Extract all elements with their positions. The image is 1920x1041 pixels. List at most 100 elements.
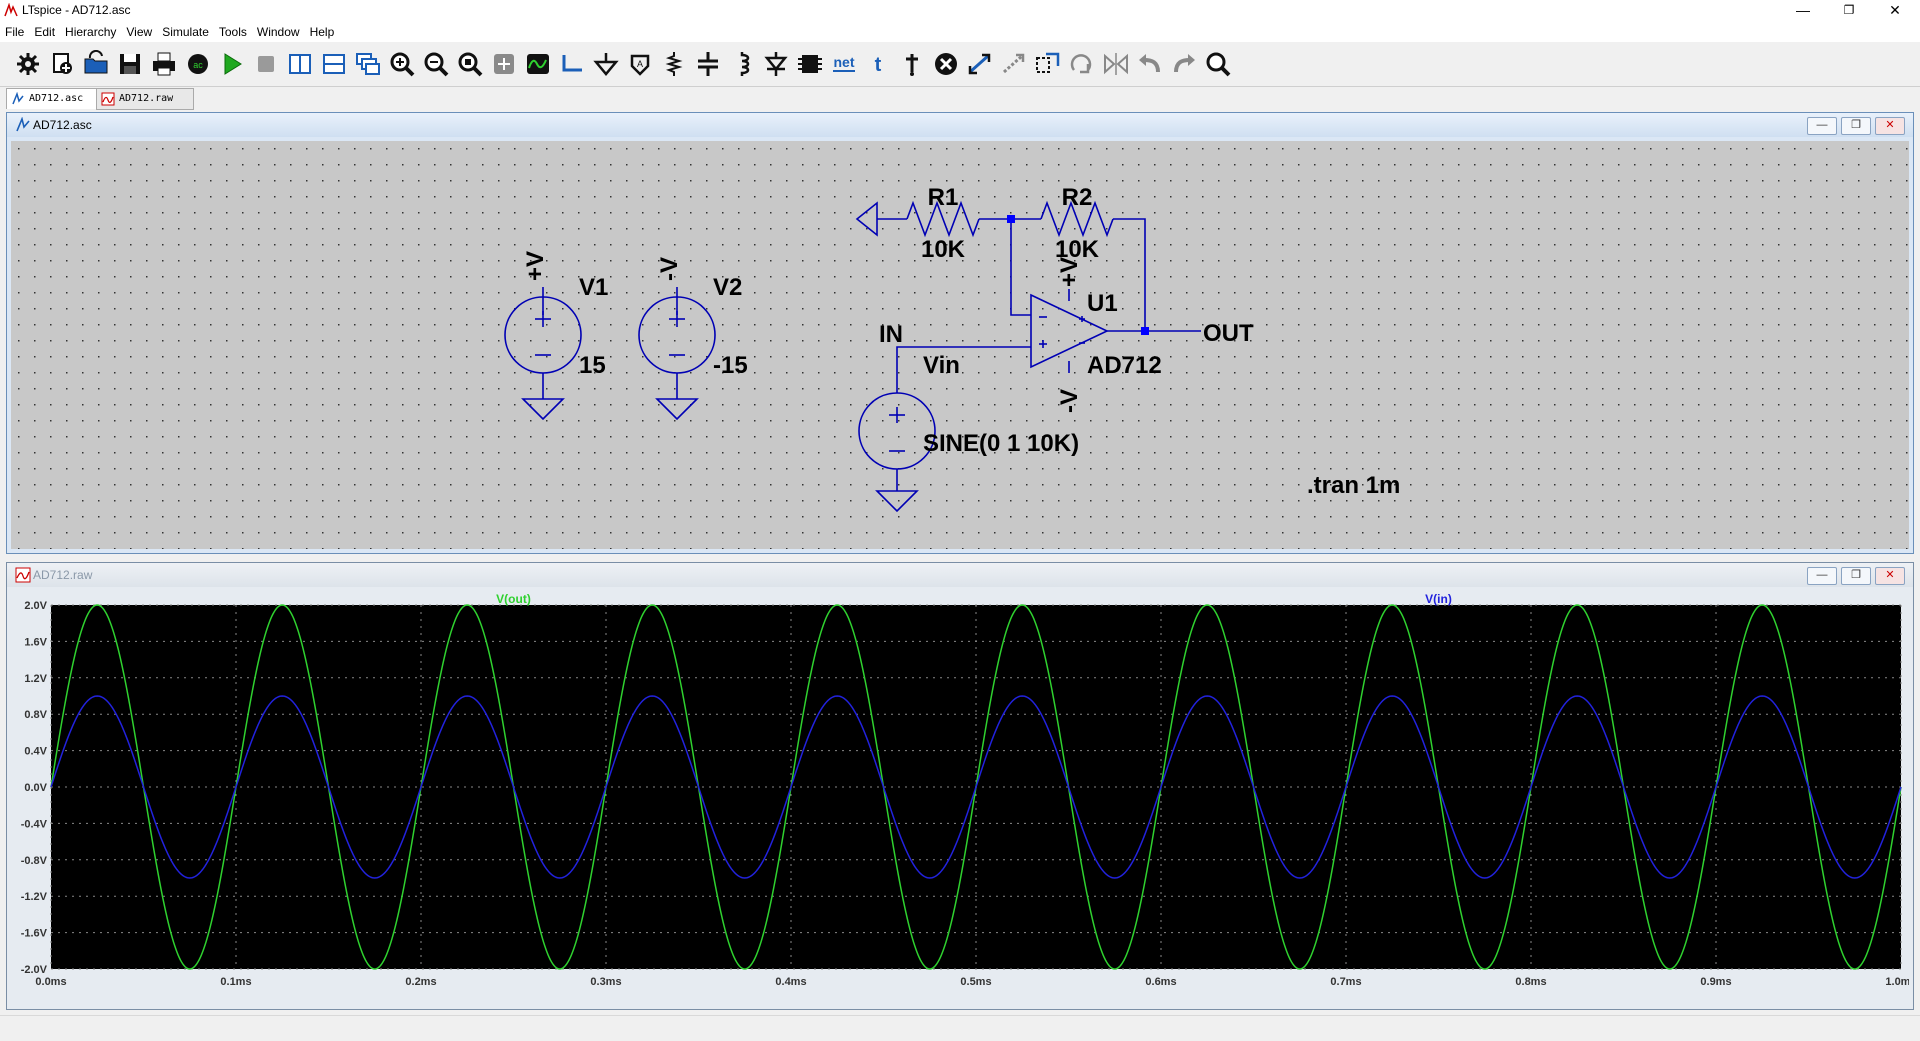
undo-icon[interactable]: [1136, 50, 1164, 78]
duplicate-icon[interactable]: [1034, 50, 1062, 78]
v1-net-label[interactable]: +V: [522, 251, 549, 281]
vin-value[interactable]: SINE(0 1 10K): [923, 430, 1079, 457]
label-net-icon[interactable]: A: [626, 50, 654, 78]
new-schematic-icon[interactable]: [48, 50, 76, 78]
run-icon[interactable]: [218, 50, 246, 78]
settings-icon[interactable]: [14, 50, 42, 78]
tab-ad712-asc[interactable]: AD712.asc: [6, 88, 102, 109]
schematic-maximize-button[interactable]: ❐: [1841, 117, 1871, 135]
legend-label[interactable]: V(out): [496, 592, 531, 606]
resistor-icon[interactable]: [660, 50, 688, 78]
minimize-button[interactable]: —: [1780, 0, 1826, 22]
schematic-minimize-button[interactable]: —: [1807, 117, 1837, 135]
open-icon[interactable]: [82, 49, 110, 78]
r1-value[interactable]: 10K: [921, 236, 966, 263]
halt-icon[interactable]: [252, 50, 280, 78]
waveform-plot: 2.0V 1.6V 1.2V 0.8V 0.4V 0.0V -0.4V -0.8V -1.2V -…: [11, 591, 1909, 1005]
v1-value[interactable]: 15: [579, 352, 606, 379]
vin-name[interactable]: Vin: [923, 352, 960, 379]
in-label[interactable]: IN: [879, 321, 903, 348]
maximize-button[interactable]: ❐: [1826, 0, 1872, 22]
wire-icon[interactable]: [558, 50, 586, 78]
waveform-canvas[interactable]: 2.0V 1.6V 1.2V 0.8V 0.4V 0.0V -0.4V -0.8V -1.2V -…: [11, 591, 1909, 1005]
x-tick-label: 0.8ms: [1515, 976, 1546, 988]
v1-name[interactable]: V1: [579, 274, 608, 301]
zoom-full-icon[interactable]: [490, 50, 518, 78]
menu-window[interactable]: Window: [252, 22, 305, 42]
delete-icon[interactable]: [932, 50, 960, 78]
x-tick-label: 0.3ms: [590, 976, 621, 988]
rotate-icon[interactable]: [1068, 50, 1096, 78]
opamp-plus-v-label[interactable]: +V: [1056, 257, 1083, 287]
close-button[interactable]: ✕: [1872, 0, 1918, 22]
move-icon[interactable]: [966, 50, 994, 78]
zoom-fit-icon[interactable]: [456, 50, 484, 78]
u1-name[interactable]: U1: [1087, 290, 1118, 317]
menu-view[interactable]: View: [121, 22, 157, 42]
component-icon[interactable]: [796, 50, 824, 78]
out-label[interactable]: OUT: [1203, 320, 1254, 347]
zoom-out-icon[interactable]: [422, 50, 450, 78]
waveform-maximize-button[interactable]: ❐: [1841, 567, 1871, 585]
print-icon[interactable]: [150, 50, 178, 78]
waveform-minimize-button[interactable]: —: [1807, 567, 1837, 585]
v2-name[interactable]: V2: [713, 274, 742, 301]
y-tick-label: -0.4V: [21, 818, 48, 830]
waveform-window-title: AD712.raw: [33, 568, 93, 582]
tile-vertical-icon[interactable]: [286, 50, 314, 78]
y-tick-label: 1.2V: [24, 673, 47, 685]
zoom-in-icon[interactable]: [388, 50, 416, 78]
schematic-close-button[interactable]: ✕: [1875, 117, 1905, 135]
mirror-icon[interactable]: [1102, 50, 1130, 78]
svg-text:A: A: [637, 59, 643, 69]
tile-horizontal-icon[interactable]: [320, 50, 348, 78]
menu-edit[interactable]: Edit: [29, 22, 60, 42]
menu-simulate[interactable]: Simulate: [157, 22, 214, 42]
tran-directive[interactable]: .tran 1m: [1307, 472, 1400, 499]
x-tick-label: 0.5ms: [960, 976, 991, 988]
spice-directive-icon[interactable]: [898, 50, 926, 78]
y-tick-label: 0.8V: [24, 709, 47, 721]
toolbar: ac A net t: [0, 44, 1920, 87]
capacitor-icon[interactable]: [694, 50, 722, 78]
y-tick-label: 0.4V: [24, 746, 47, 758]
text-icon[interactable]: t: [864, 50, 892, 78]
junction-dot: [1007, 215, 1015, 223]
r2-name[interactable]: R2: [1062, 184, 1093, 211]
menu-hierarchy[interactable]: Hierarchy: [60, 22, 121, 42]
menu-help[interactable]: Help: [305, 22, 340, 42]
find-icon[interactable]: [1204, 50, 1232, 78]
menu-file[interactable]: File: [0, 22, 29, 42]
ground-icon[interactable]: [592, 50, 620, 78]
redo-icon[interactable]: [1170, 50, 1198, 78]
waveform-close-button[interactable]: ✕: [1875, 567, 1905, 585]
schematic-icon: [16, 117, 30, 132]
x-tick-label: 0.6ms: [1145, 976, 1176, 988]
x-tick-label: 0.7ms: [1330, 976, 1361, 988]
waveform-icon[interactable]: [524, 50, 552, 78]
menu-tools[interactable]: Tools: [214, 22, 252, 42]
waveform-file-icon: [101, 92, 115, 106]
save-icon[interactable]: [116, 50, 144, 78]
v2-net-label[interactable]: -V: [656, 257, 683, 281]
r1-name[interactable]: R1: [928, 184, 959, 211]
schematic-canvas[interactable]: R1 10K R2 10K V1 15 V2 -15 U1 AD712 IN O…: [11, 141, 1909, 549]
net-icon[interactable]: net: [830, 50, 858, 78]
diode-icon[interactable]: [762, 50, 790, 78]
drag-icon[interactable]: [1000, 50, 1028, 78]
y-tick-label: -2.0V: [21, 964, 48, 976]
y-tick-label: -1.2V: [21, 891, 48, 903]
tab-ad712-raw[interactable]: AD712.raw: [96, 88, 194, 110]
v2-value[interactable]: -15: [713, 352, 748, 379]
u1-value[interactable]: AD712: [1087, 352, 1162, 379]
x-tick-label: 0.9ms: [1700, 976, 1731, 988]
y-tick-label: -0.8V: [21, 855, 48, 867]
opamp-minus-v-label[interactable]: -V: [1056, 389, 1083, 413]
inductor-icon[interactable]: [728, 50, 756, 78]
y-tick-label: 2.0V: [24, 600, 47, 612]
tab-label: AD712.raw: [119, 93, 174, 104]
cascade-icon[interactable]: [354, 50, 382, 78]
legend-label[interactable]: V(in): [1425, 592, 1452, 606]
schematic-window: AD712.asc — ❐ ✕ R1 10K R2 10K V1 15 V2 -…: [6, 112, 1914, 554]
run-ac-icon[interactable]: ac: [184, 50, 212, 78]
